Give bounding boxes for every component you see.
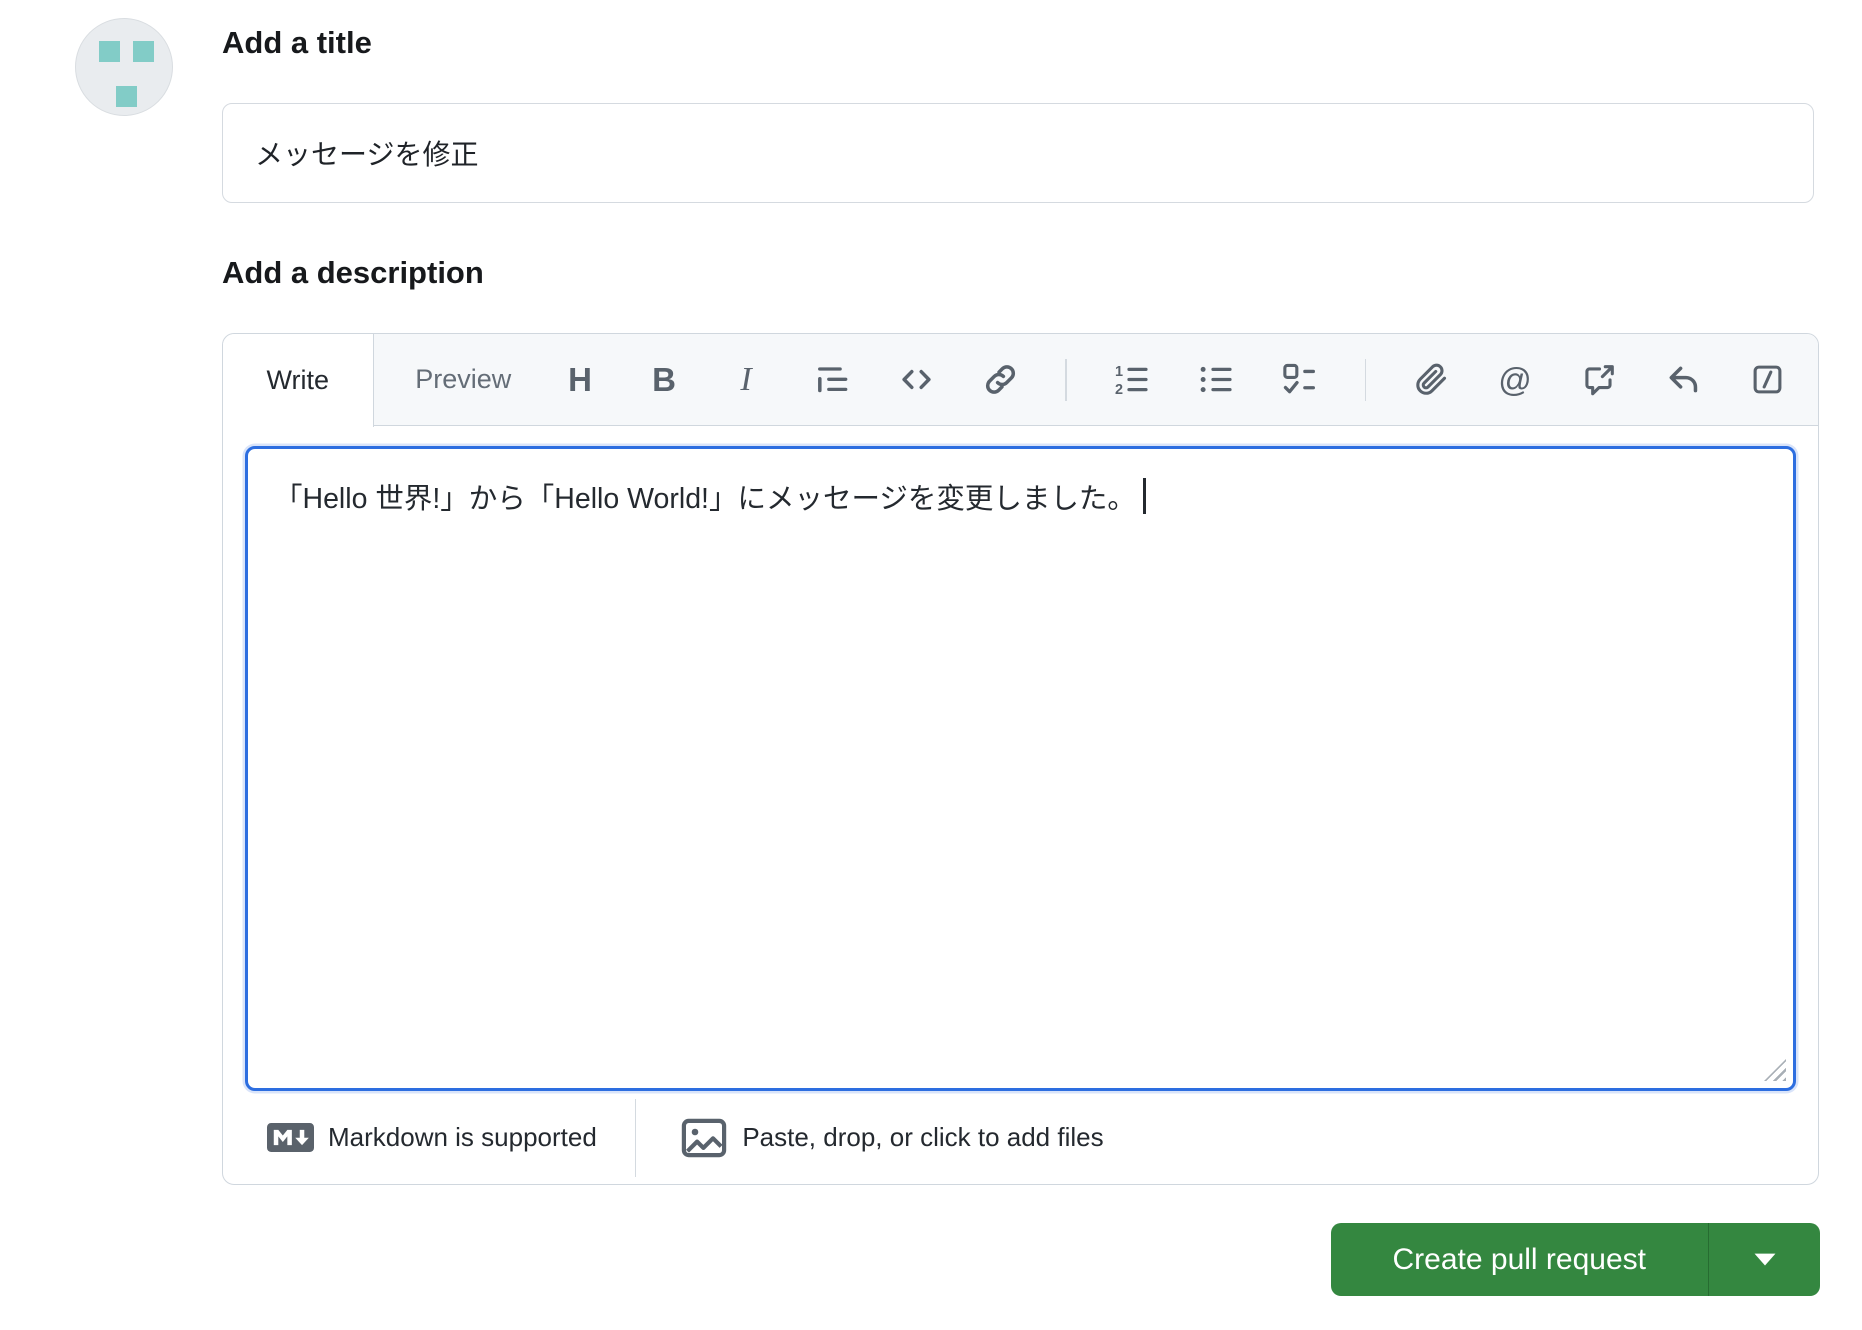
unordered-list-button[interactable] [1197, 356, 1235, 404]
heading-button[interactable]: H [561, 356, 599, 404]
reply-icon [1669, 366, 1697, 393]
pr-description-textarea[interactable]: 「Hello 世界!」から「Hello World!」にメッセージを変更しました… [245, 446, 1796, 1091]
task-list-icon [1283, 363, 1315, 394]
editor-footer: Markdown is supported Paste, drop, or cl… [223, 1091, 1818, 1184]
bold-button[interactable]: B [645, 356, 683, 404]
svg-text:1: 1 [1115, 364, 1123, 380]
link-icon [985, 365, 1015, 394]
quote-icon [817, 367, 847, 393]
code-button[interactable] [897, 356, 935, 404]
toolbar-divider [1065, 358, 1067, 401]
create-pr-button-group: Create pull request [1330, 1223, 1820, 1296]
bold-icon: B [652, 361, 676, 398]
create-pull-request-button[interactable]: Create pull request [1330, 1223, 1708, 1296]
title-label: Add a title [222, 25, 372, 60]
editor-body: 「Hello 世界!」から「Hello World!」にメッセージを変更しました… [223, 426, 1818, 1091]
markdown-icon [267, 1123, 314, 1152]
avatar-identicon-square [133, 41, 154, 62]
description-text: 「Hello 世界!」から「Hello World!」にメッセージを変更しました… [274, 483, 1136, 515]
toolbar-divider [1364, 358, 1366, 401]
numbered-list-icon: 1 2 [1115, 364, 1148, 396]
saved-replies-button[interactable] [1664, 356, 1702, 404]
form-actions: Create pull request [222, 1223, 1820, 1296]
link-button[interactable] [981, 356, 1019, 404]
quote-button[interactable] [813, 356, 851, 404]
mention-button[interactable]: @ [1496, 356, 1534, 404]
slash-commands-button[interactable] [1748, 356, 1786, 404]
heading-icon: H [568, 361, 592, 398]
attach-files-label: Paste, drop, or click to add files [742, 1122, 1104, 1152]
avatar-identicon-square [99, 41, 120, 62]
chevron-down-icon [1754, 1253, 1775, 1266]
task-list-button[interactable] [1281, 356, 1319, 404]
italic-icon: I [740, 360, 752, 398]
svg-text:2: 2 [1115, 382, 1123, 396]
resize-handle[interactable] [1764, 1059, 1786, 1081]
description-label: Add a description [222, 255, 484, 290]
cross-reference-icon [1584, 365, 1614, 396]
unordered-list-icon [1200, 366, 1232, 393]
tab-preview[interactable]: Preview [374, 334, 553, 425]
tab-write[interactable]: Write [223, 334, 374, 427]
italic-button[interactable]: I [729, 356, 767, 404]
formatting-toolbar: H B I 1 2 @ [553, 334, 1818, 425]
numbered-list-button[interactable]: 1 2 [1113, 356, 1151, 404]
avatar [75, 18, 173, 116]
create-pull-request-dropdown-button[interactable] [1708, 1223, 1820, 1296]
mention-icon: @ [1498, 361, 1532, 398]
attach-file-icon [1415, 363, 1446, 395]
markdown-supported-link[interactable]: Markdown is supported [267, 1122, 597, 1153]
markdown-editor: Write Preview H B I 1 2 @ 「Hello 世界!」から「… [222, 333, 1819, 1185]
pr-title-input[interactable] [222, 103, 1814, 203]
markdown-supported-label: Markdown is supported [328, 1122, 597, 1152]
footer-divider [634, 1098, 637, 1177]
editor-header: Write Preview H B I 1 2 @ [223, 334, 1818, 427]
cross-reference-button[interactable] [1580, 356, 1618, 404]
code-icon [901, 369, 931, 390]
new-pull-request-form: Add a title Add a description Write Prev… [222, 0, 1820, 1296]
attach-files-button[interactable]: Paste, drop, or click to add files [680, 1114, 1104, 1162]
avatar-identicon-square [116, 86, 137, 107]
image-icon [682, 1118, 727, 1157]
slash-commands-icon [1753, 365, 1781, 394]
text-cursor [1142, 478, 1146, 514]
attach-file-button[interactable] [1412, 356, 1450, 404]
